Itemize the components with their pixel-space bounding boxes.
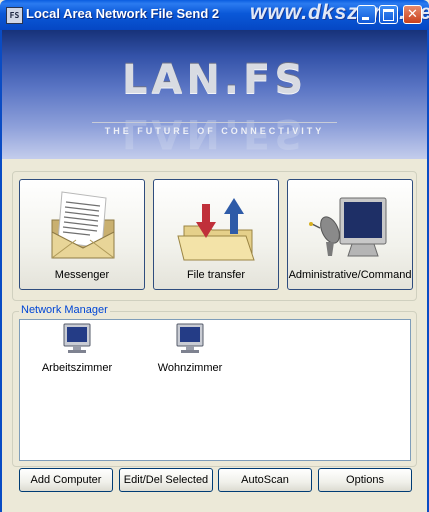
computer-monitor-icon <box>176 323 204 353</box>
administrative-command-button[interactable]: Administrative/Command <box>287 179 413 290</box>
main-panel: Messenger File transfer Administrative/C… <box>2 159 427 512</box>
computer-name: Wohnzimmer <box>157 362 223 374</box>
administrative-command-label: Administrative/Command <box>288 269 412 281</box>
computer-monitor-icon <box>63 323 91 353</box>
maximize-button[interactable] <box>379 5 398 24</box>
network-manager-group: Network Manager Arbeitszimmer Wohnzimmer <box>12 304 417 467</box>
autoscan-button[interactable]: AutoScan <box>218 468 312 492</box>
computer-list[interactable]: Arbeitszimmer Wohnzimmer <box>19 319 411 461</box>
minimize-icon <box>358 6 375 23</box>
maximize-icon <box>380 6 397 23</box>
folder-transfer-icon <box>177 198 255 261</box>
computer-name: Arbeitszimmer <box>41 362 113 374</box>
messenger-button[interactable]: Messenger <box>19 179 145 290</box>
computer-item-wohnzimmer[interactable]: Wohnzimmer <box>145 323 235 374</box>
file-transfer-button[interactable]: File transfer <box>153 179 279 290</box>
app-icon[interactable]: FS <box>6 7 23 24</box>
add-computer-button[interactable]: Add Computer <box>19 468 113 492</box>
options-button[interactable]: Options <box>318 468 412 492</box>
satellite-monitor-icon <box>309 197 387 257</box>
logo-text: LAN.FS <box>121 57 308 103</box>
title-bar[interactable]: FS Local Area Network File Send 2 www.dk… <box>0 0 429 30</box>
file-transfer-label: File transfer <box>186 269 246 281</box>
window-title: Local Area Network File Send 2 <box>26 6 220 21</box>
logo-rule <box>92 122 337 123</box>
logo-tagline: THE FUTURE OF CONNECTIVITY <box>104 126 325 136</box>
envelope-letter-icon <box>51 191 115 259</box>
network-manager-title: Network Manager <box>19 304 110 316</box>
banner: LAN.FS LAN.FS THE FUTURE OF CONNECTIVITY <box>2 30 427 159</box>
computer-item-arbeitszimmer[interactable]: Arbeitszimmer <box>32 323 122 374</box>
minimize-button[interactable] <box>357 5 376 24</box>
close-button[interactable]: ✕ <box>403 5 422 24</box>
messenger-label: Messenger <box>54 269 110 281</box>
close-icon: ✕ <box>407 7 418 22</box>
edit-del-selected-button[interactable]: Edit/Del Selected <box>119 468 213 492</box>
